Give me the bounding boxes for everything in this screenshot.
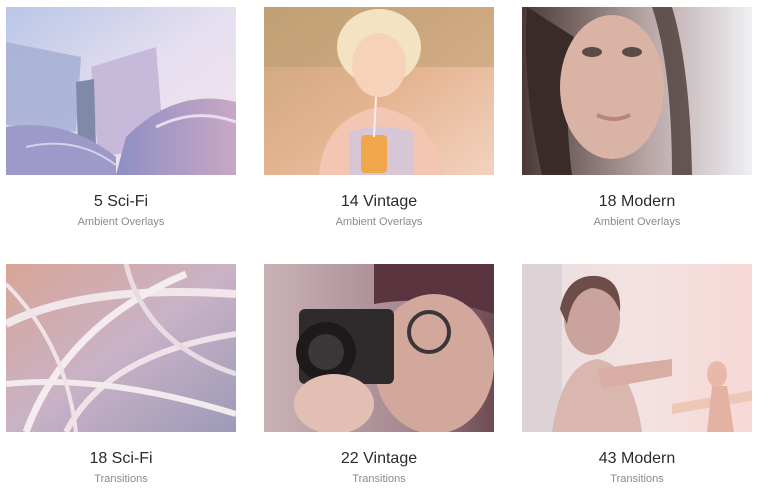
product-card[interactable]: 18 Sci-Fi Transitions xyxy=(6,264,236,486)
sci-fi-architecture-image[interactable] xyxy=(6,7,236,175)
card-title: 14 Vintage xyxy=(340,193,418,210)
card-subtitle: Ambient Overlays xyxy=(335,216,423,228)
product-card[interactable]: 18 Modern Ambient Overlays xyxy=(522,7,752,229)
card-subtitle: Ambient Overlays xyxy=(77,216,165,228)
card-title: 18 Sci-Fi xyxy=(89,450,153,467)
product-card[interactable]: 22 Vintage Transitions xyxy=(264,264,494,486)
vintage-woman-drink-image[interactable] xyxy=(264,7,494,175)
card-title: 22 Vintage xyxy=(340,450,418,467)
modern-portrait-image[interactable] xyxy=(522,7,752,175)
card-subtitle: Transitions xyxy=(610,473,664,485)
product-card[interactable]: 5 Sci-Fi Ambient Overlays xyxy=(6,7,236,229)
card-title: 18 Modern xyxy=(598,193,676,210)
sci-fi-highway-image[interactable] xyxy=(6,264,236,432)
vintage-camera-image[interactable] xyxy=(264,264,494,432)
product-card[interactable]: 43 Modern Transitions xyxy=(522,264,752,486)
card-title: 43 Modern xyxy=(598,450,676,467)
card-subtitle: Ambient Overlays xyxy=(593,216,681,228)
modern-yoga-image[interactable] xyxy=(522,264,752,432)
product-card[interactable]: 14 Vintage Ambient Overlays xyxy=(264,7,494,229)
card-title: 5 Sci-Fi xyxy=(93,193,149,210)
card-subtitle: Transitions xyxy=(352,473,406,485)
card-subtitle: Transitions xyxy=(94,473,148,485)
